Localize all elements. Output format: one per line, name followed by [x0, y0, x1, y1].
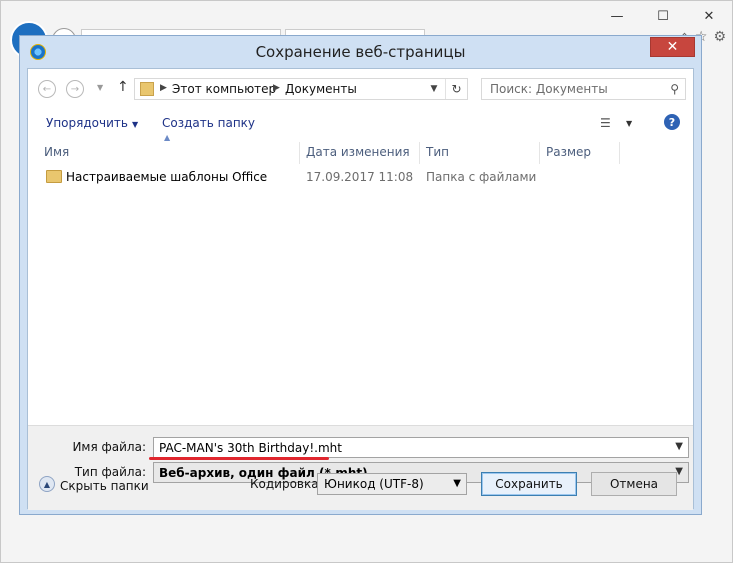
file-list: ▲ Имя Дата изменения Тип Размер Настраив… [28, 133, 693, 425]
encoding-select[interactable]: Юникод (UTF-8) ▼ [317, 473, 467, 495]
search-input[interactable]: Поиск: Документы ⚲ [481, 78, 686, 100]
dialog-body: ← → ▼ ↑ ▶ Этот компьютер ▶ Документы ▼ ↻… [27, 68, 694, 510]
browser-window-controls: — ☐ ✕ [594, 1, 732, 31]
breadcrumb-item-documents[interactable]: Документы [285, 82, 357, 96]
close-icon[interactable]: ✕ [686, 1, 732, 31]
up-arrow-icon[interactable]: ↑ [117, 79, 129, 95]
save-dialog: Сохранение веб-страницы ✕ ← → ▼ ↑ ▶ Этот… [19, 35, 702, 515]
new-folder-button[interactable]: Создать папку [162, 116, 255, 130]
item-date: 17.09.2017 11:08 [306, 170, 414, 184]
dialog-close-button[interactable]: ✕ [650, 37, 695, 57]
column-date[interactable]: Дата изменения [300, 142, 420, 164]
chevron-down-icon[interactable]: ▼ [626, 119, 632, 128]
command-bar: Упорядочить ▼ Создать папку ☰ ▼ ? [28, 109, 693, 137]
recent-locations-chevron-icon[interactable]: ▼ [97, 83, 103, 92]
gear-icon[interactable]: ⚙ [713, 29, 726, 45]
filename-value: PAC-MAN's 30th Birthday!.mht [159, 441, 342, 455]
chevron-down-icon[interactable]: ▼ [675, 441, 683, 452]
filename-field[interactable]: PAC-MAN's 30th Birthday!.mht ▼ [153, 437, 689, 458]
search-icon[interactable]: ⚲ [670, 82, 679, 96]
chevron-right-icon[interactable]: ▶ [273, 83, 280, 93]
organize-button[interactable]: Упорядочить ▼ [46, 116, 138, 130]
filename-label: Имя файла: [72, 440, 146, 454]
folder-icon [140, 82, 154, 96]
help-icon[interactable]: ? [664, 114, 680, 130]
cancel-button[interactable]: Отмена [591, 472, 677, 496]
search-placeholder: Поиск: Документы [490, 82, 608, 96]
breadcrumb-item-computer[interactable]: Этот компьютер [172, 82, 276, 96]
column-name[interactable]: Имя [38, 142, 300, 164]
chevron-down-icon[interactable]: ▼ [453, 478, 461, 489]
column-type[interactable]: Тип [420, 142, 540, 164]
maximize-icon[interactable]: ☐ [640, 1, 686, 31]
item-name: Настраиваемые шаблоны Office [66, 170, 268, 184]
view-options-icon[interactable]: ☰ [600, 116, 611, 130]
chevron-down-icon: ▼ [131, 120, 139, 129]
breadcrumb[interactable]: ▶ Этот компьютер ▶ Документы ▼ ↻ [134, 78, 468, 100]
save-button[interactable]: Сохранить [481, 472, 577, 496]
chevron-down-icon[interactable]: ▼ [425, 79, 443, 99]
column-headers: Имя Дата изменения Тип Размер [28, 139, 693, 164]
refresh-icon[interactable]: ↻ [445, 79, 467, 99]
back-arrow-icon[interactable]: ← [38, 80, 56, 98]
hide-folders-button[interactable]: Скрыть папки [60, 479, 149, 493]
item-type: Папка с файлами [426, 170, 537, 184]
forward-arrow-icon[interactable]: → [66, 80, 84, 98]
filetype-label: Тип файла: [74, 465, 146, 479]
folder-icon [46, 170, 62, 183]
navigation-bar: ← → ▼ ↑ ▶ Этот компьютер ▶ Документы ▼ ↻… [28, 69, 693, 109]
minimize-icon[interactable]: — [594, 1, 640, 31]
collapse-up-icon[interactable]: ▲ [39, 476, 55, 492]
encoding-value: Юникод (UTF-8) [324, 477, 424, 491]
list-item[interactable]: Настраиваемые шаблоны Office 17.09.2017 … [28, 165, 693, 187]
encoding-label: Кодировка: [250, 477, 323, 491]
highlight-underline [149, 457, 329, 460]
dialog-titlebar: Сохранение веб-страницы ✕ [20, 36, 701, 68]
column-size[interactable]: Размер [540, 142, 620, 164]
organize-label: Упорядочить [46, 116, 128, 130]
dialog-title: Сохранение веб-страницы [255, 43, 466, 61]
chevron-right-icon[interactable]: ▶ [160, 83, 167, 93]
